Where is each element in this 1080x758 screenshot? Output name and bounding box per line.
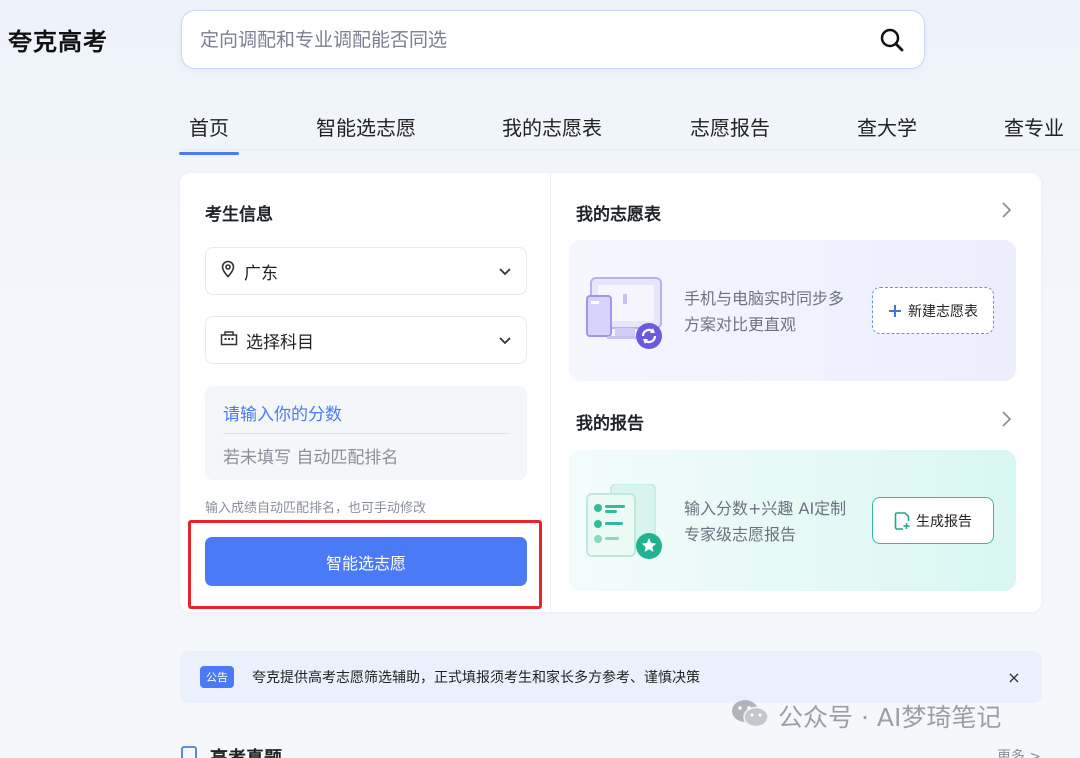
wechat-icon <box>730 698 770 734</box>
chevron-down-icon <box>498 262 512 281</box>
app-logo: 夸克高考 <box>8 28 108 56</box>
tab-majors[interactable]: 查专业 <box>1004 112 1064 141</box>
search-icon[interactable] <box>878 26 906 54</box>
new-table-button[interactable]: 新建志愿表 <box>872 287 994 334</box>
candidate-info-title: 考生信息 <box>205 205 273 225</box>
notice-text: 夸克提供高考志愿筛选辅助，正式填报须考生和家长多方参考、谨慎决策 <box>252 670 700 686</box>
tab-home[interactable]: 首页 <box>179 112 239 155</box>
report-document-icon <box>585 483 665 564</box>
main-nav: 首页 智能选志愿 我的志愿表 志愿报告 查大学 查专业 <box>179 100 1080 155</box>
my-table-title: 我的志愿表 <box>576 205 661 225</box>
province-value: 广东 <box>244 263 278 284</box>
watermark: 公众号 · AI梦琦笔记 <box>730 698 1001 734</box>
more-link[interactable]: 更多 > <box>997 746 1041 758</box>
exam-papers-title: 高考真题 <box>210 744 282 758</box>
document-icon <box>180 746 198 758</box>
building-icon <box>220 330 238 350</box>
generate-report-label: 生成报告 <box>916 513 972 530</box>
location-pin-icon <box>220 260 236 282</box>
tab-report[interactable]: 志愿报告 <box>690 112 770 141</box>
search-bar <box>181 10 925 69</box>
tab-smart-select[interactable]: 智能选志愿 <box>316 112 416 141</box>
notice-bar: 公告 夸克提供高考志愿筛选辅助，正式填报须考生和家长多方参考、谨慎决策 × <box>180 651 1042 703</box>
my-table-desc: 手机与电脑实时同步多方案对比更直观 <box>684 289 845 334</box>
search-input[interactable] <box>200 28 878 51</box>
chevron-right-icon[interactable] <box>998 200 1014 220</box>
chevron-right-icon[interactable] <box>998 409 1014 429</box>
computer-sync-icon <box>585 274 665 354</box>
score-box <box>205 386 527 480</box>
close-icon[interactable]: × <box>1004 668 1024 687</box>
subjects-value: 选择科目 <box>246 332 314 353</box>
rank-input[interactable] <box>223 443 509 473</box>
card-divider <box>550 173 551 612</box>
province-select[interactable]: 广东 <box>205 247 527 295</box>
my-report-desc: 输入分数+兴趣 AI定制专家级志愿报告 <box>684 499 847 544</box>
smart-select-button[interactable]: 智能选志愿 <box>205 537 527 586</box>
score-input[interactable] <box>223 396 509 434</box>
notice-badge: 公告 <box>200 666 234 688</box>
tab-universities[interactable]: 查大学 <box>857 112 917 141</box>
score-hint: 输入成绩自动匹配排名，也可手动修改 <box>205 501 427 516</box>
exam-papers-section: 高考真题 更多 > <box>180 744 1041 758</box>
generate-report-button[interactable]: 生成报告 <box>872 497 994 544</box>
document-add-icon <box>894 511 910 530</box>
chevron-down-icon <box>498 331 512 350</box>
new-table-label: 新建志愿表 <box>908 303 978 320</box>
plus-icon <box>888 304 902 318</box>
my-report-title: 我的报告 <box>576 414 644 434</box>
subjects-select[interactable]: 选择科目 <box>205 316 527 364</box>
my-table-panel: 手机与电脑实时同步多方案对比更直观 新建志愿表 <box>569 240 1016 381</box>
tab-my-table[interactable]: 我的志愿表 <box>502 112 602 141</box>
watermark-text: 公众号 · AI梦琦笔记 <box>778 703 1002 732</box>
my-report-panel: 输入分数+兴趣 AI定制专家级志愿报告 生成报告 <box>569 450 1016 591</box>
